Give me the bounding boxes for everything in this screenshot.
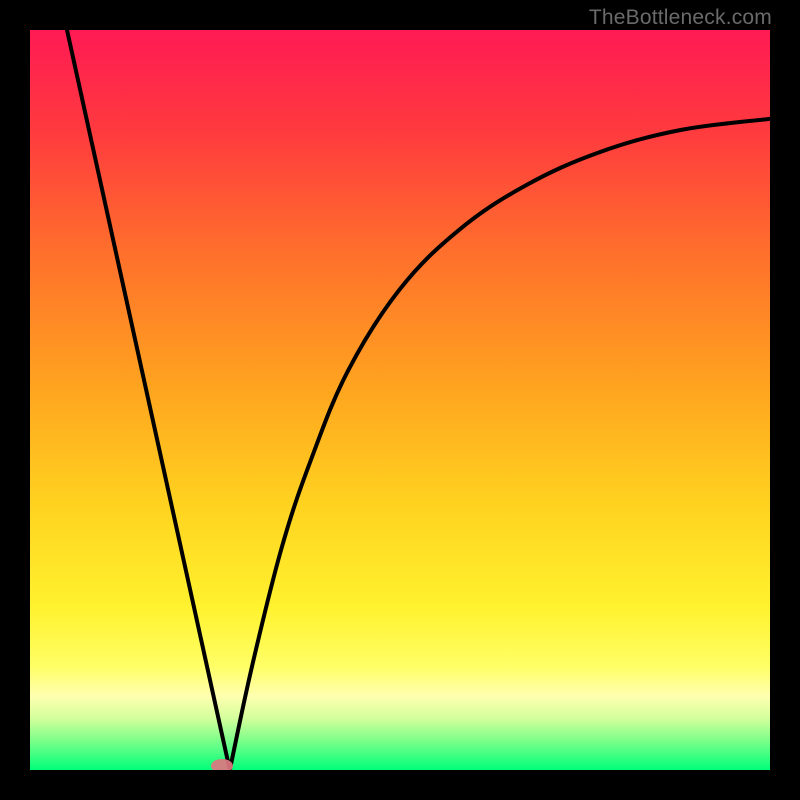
watermark-text: TheBottleneck.com bbox=[589, 6, 772, 30]
chart-frame: TheBottleneck.com bbox=[0, 0, 800, 800]
optimal-point-marker bbox=[211, 759, 233, 770]
bottleneck-curve bbox=[30, 30, 770, 770]
plot-area bbox=[30, 30, 770, 770]
